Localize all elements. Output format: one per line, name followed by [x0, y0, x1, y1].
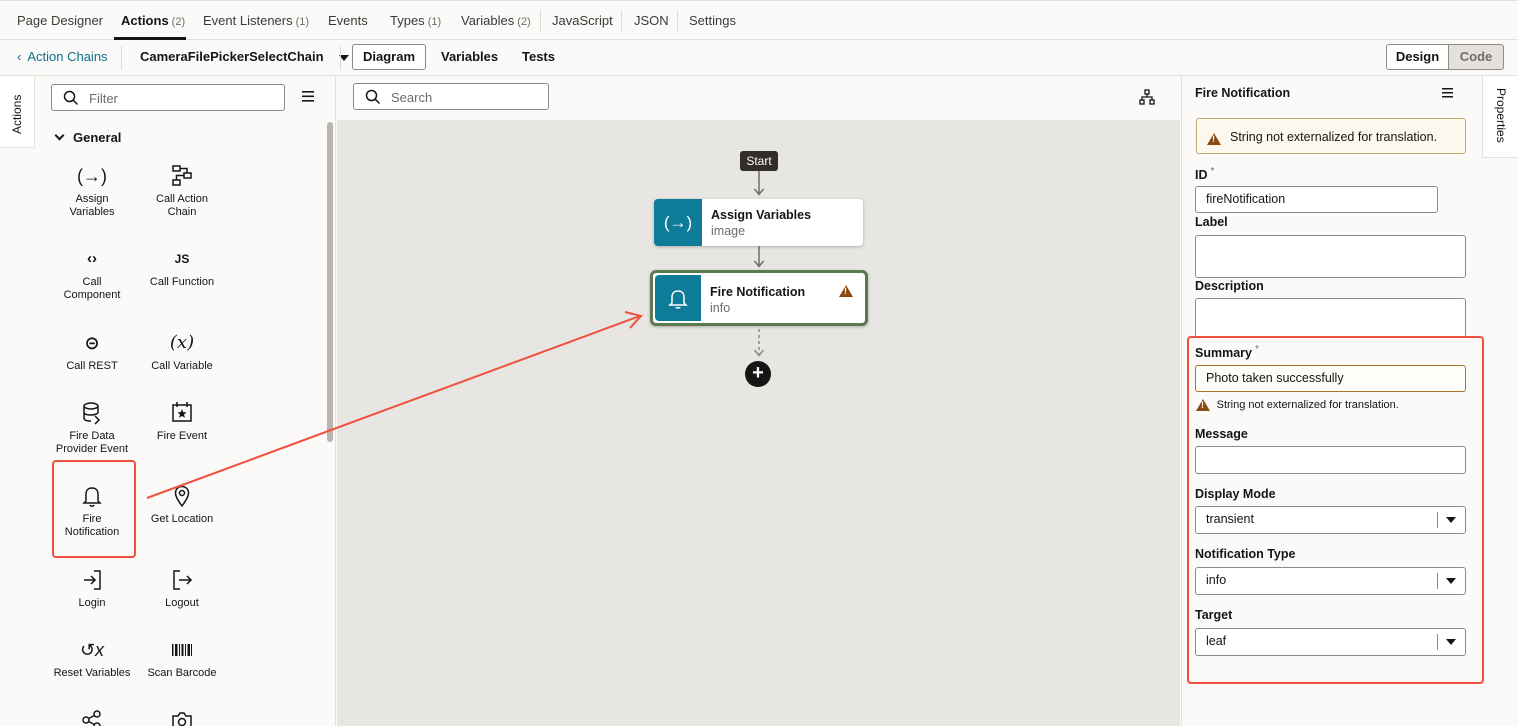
filter-input[interactable]: Filter [51, 84, 285, 111]
add-node-plus-icon[interactable]: + [745, 361, 771, 387]
assign-variables-icon: (→) [654, 199, 702, 246]
annotation-highlight-fire-notification [52, 460, 136, 558]
call-action-chain-icon [172, 165, 192, 186]
barcode-icon [172, 644, 192, 656]
camera-icon [172, 712, 192, 726]
tab-separator [677, 10, 678, 32]
start-node[interactable]: Start [740, 151, 778, 171]
palette-item-fire-event[interactable]: Fire Event [137, 400, 227, 443]
hamburger-menu-icon[interactable] [302, 91, 314, 102]
tab-types[interactable]: Types (1) [390, 13, 441, 28]
call-function-icon: JS [174, 252, 190, 266]
actions-side-tab[interactable]: Actions [0, 76, 35, 148]
connector-arrow-icon [753, 246, 765, 268]
call-component-icon: ‹› [87, 250, 97, 267]
id-label: ID * [1195, 166, 1215, 183]
variables-tab-button[interactable]: Variables [441, 49, 498, 64]
assign-variables-icon: (→) [77, 166, 107, 186]
designer-tab-bar: Page Designer Actions (2) Event Listeners… [0, 0, 1518, 40]
search-icon [365, 89, 381, 105]
reset-variables-icon: ↺x [79, 640, 105, 660]
connector-arrow-icon [753, 171, 765, 196]
tab-variables[interactable]: Variables (2) [461, 13, 531, 28]
label-label: Label [1195, 215, 1228, 229]
diagram-search-input[interactable]: Search [353, 83, 549, 110]
palette-item-call-component[interactable]: ‹› Call Component [47, 246, 137, 302]
palette-item-call-rest[interactable]: ⊝ Call REST [47, 330, 137, 373]
login-icon [84, 570, 101, 590]
description-textarea[interactable] [1195, 298, 1466, 338]
canvas-header: Search [337, 76, 1180, 120]
annotation-highlight-properties [1187, 336, 1484, 684]
palette-item-scan-barcode[interactable]: Scan Barcode [137, 637, 227, 680]
actions-palette: Filter General (→) Assign Variables Call… [36, 76, 336, 726]
diagram-canvas[interactable]: Start (→) Assign Variables image Fire No… [337, 120, 1180, 726]
tab-page-designer[interactable]: Page Designer [17, 13, 103, 28]
palette-item-fire-data-provider-event[interactable]: Fire Data Provider Event [47, 400, 137, 456]
tab-javascript[interactable]: JavaScript [552, 13, 613, 28]
label-textarea[interactable] [1195, 235, 1466, 278]
action-chain-toolbar: ‹ Action Chains CameraFilePickerSelectCha… [0, 40, 1518, 76]
call-rest-icon: ⊝ [84, 333, 100, 353]
fire-data-provider-event-icon [83, 402, 101, 425]
palette-item-call-variable[interactable]: (x) Call Variable [137, 330, 227, 373]
palette-item-reset-variables[interactable]: ↺x Reset Variables [47, 637, 137, 680]
tab-separator [540, 10, 541, 32]
translation-warning-banner: String not externalized for translation. [1196, 118, 1466, 154]
tab-event-listeners[interactable]: Event Listeners (1) [203, 13, 309, 28]
chain-selector[interactable]: CameraFilePickerSelectChain [140, 49, 350, 64]
action-chains-back-link[interactable]: ‹ Action Chains [17, 49, 108, 64]
flow-node-assign-variables[interactable]: (→) Assign Variables image [654, 199, 863, 246]
hamburger-menu-icon[interactable] [1442, 88, 1453, 98]
toolbar-separator [121, 46, 122, 70]
dashed-connector-icon [753, 329, 765, 357]
properties-side-tab[interactable]: Properties [1482, 76, 1518, 158]
palette-item-camera[interactable] [137, 707, 227, 726]
tab-json[interactable]: JSON [634, 13, 669, 28]
palette-item-call-action-chain[interactable]: Call Action Chain [137, 163, 227, 219]
location-pin-icon [174, 485, 190, 508]
app-window: Page Designer Actions (2) Event Listeners… [0, 0, 1518, 726]
palette-item-call-function[interactable]: JS Call Function [137, 246, 227, 289]
fire-event-icon [172, 402, 192, 422]
call-variable-icon: (x) [169, 332, 195, 353]
search-icon [63, 90, 79, 106]
id-field[interactable]: fireNotification [1195, 186, 1438, 213]
palette-item-logout[interactable]: Logout [137, 567, 227, 610]
logout-icon [173, 570, 193, 590]
toolbar-separator [340, 46, 341, 70]
tab-actions[interactable]: Actions (2) [121, 13, 185, 28]
tests-tab-button[interactable]: Tests [522, 49, 555, 64]
bell-icon [655, 275, 701, 321]
section-header-general[interactable]: General [54, 130, 121, 145]
flow-node-fire-notification[interactable]: Fire Notification info [650, 270, 868, 326]
share-icon [82, 710, 101, 726]
design-mode-button[interactable]: Design [1386, 44, 1449, 70]
palette-item-login[interactable]: Login [47, 567, 137, 610]
palette-scrollbar[interactable] [327, 122, 333, 442]
tab-events[interactable]: Events [328, 13, 368, 28]
palette-item-assign-variables[interactable]: (→) Assign Variables [47, 163, 137, 219]
code-mode-button[interactable]: Code [1448, 44, 1504, 70]
properties-title: Fire Notification [1195, 86, 1291, 100]
layout-diagram-icon[interactable] [1139, 89, 1155, 105]
tab-separator [621, 10, 622, 32]
chevron-down-icon [54, 130, 65, 141]
palette-item-get-location[interactable]: Get Location [137, 483, 227, 526]
warning-icon [839, 282, 853, 297]
palette-item-share[interactable] [47, 707, 137, 726]
description-label: Description [1195, 279, 1264, 293]
warning-icon [1207, 130, 1221, 145]
tab-settings[interactable]: Settings [689, 13, 736, 28]
chevron-left-icon: ‹ [17, 49, 22, 64]
diagram-tab-button[interactable]: Diagram [352, 44, 426, 70]
